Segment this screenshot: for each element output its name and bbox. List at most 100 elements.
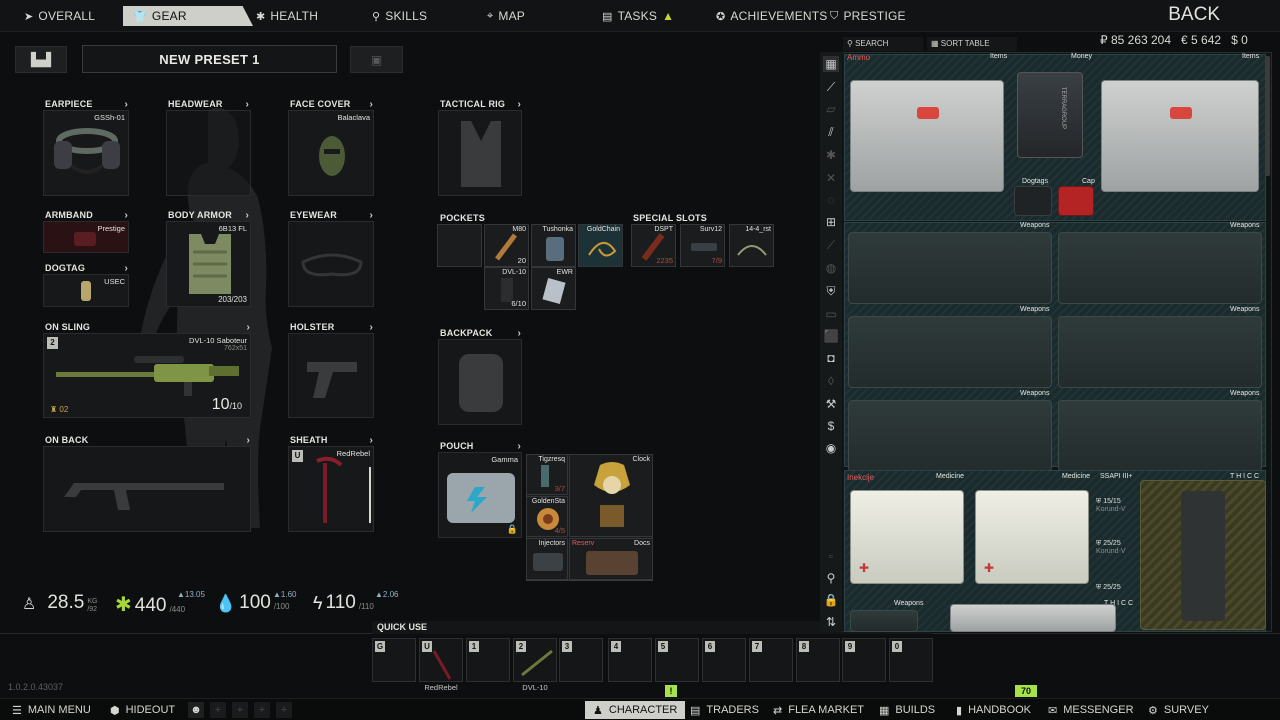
item-case-item[interactable]: TERRAGROUP	[1017, 72, 1083, 158]
handbook-button[interactable]: ▮ HANDBOOK	[956, 701, 1031, 719]
weapon-case-item[interactable]	[850, 610, 918, 632]
weapon-case-item[interactable]	[848, 316, 1052, 388]
pocket-cell[interactable]	[437, 224, 482, 267]
containers-filter-icon[interactable]: ⬛	[823, 328, 839, 344]
holster-slot[interactable]	[288, 333, 374, 418]
cap-item[interactable]	[1058, 186, 1094, 216]
all-items-filter-icon[interactable]: ▦	[823, 56, 839, 72]
stash-scrollbar[interactable]	[1265, 56, 1270, 176]
plus-icon[interactable]: +	[254, 702, 270, 718]
tab-skills[interactable]: ⚲ SKILLS	[362, 6, 437, 26]
hideout-button[interactable]: ⬢ HIDEOUT	[110, 701, 175, 719]
armor-filter-icon[interactable]: ⛨	[823, 283, 839, 299]
pocket-cell[interactable]: EWR	[531, 267, 576, 310]
lock-icon[interactable]: 🔒	[823, 592, 839, 608]
quick-use-slot[interactable]: U	[419, 638, 463, 682]
expand-icon[interactable]: ▫	[823, 548, 839, 564]
sort-table-button[interactable]: ▦ SORT TABLE	[927, 37, 1017, 51]
quick-use-slot[interactable]: 8	[796, 638, 840, 682]
weapons-filter-icon[interactable]: ⟋	[823, 79, 839, 95]
pouch-slot[interactable]: Gamma 🔒	[438, 452, 522, 538]
tab-tasks[interactable]: ▤ TASKS ▲	[592, 6, 684, 26]
preset-title[interactable]: NEW PRESET 1	[82, 45, 337, 73]
tab-overall[interactable]: ➤ OVERALL	[14, 6, 105, 26]
quick-use-slot[interactable]: 7	[749, 638, 793, 682]
tab-gear[interactable]: 👕 GEAR	[123, 6, 253, 26]
quick-use-slot[interactable]: 2	[513, 638, 557, 682]
plus-icon[interactable]: +	[210, 702, 226, 718]
quick-use-slot[interactable]: 9	[842, 638, 886, 682]
dogtag-slot[interactable]: USEC	[43, 274, 129, 307]
weapon-case-item[interactable]	[848, 232, 1052, 304]
quick-use-slot[interactable]: 0	[889, 638, 933, 682]
traders-button[interactable]: ▤ TRADERS	[690, 701, 759, 719]
builds-button[interactable]: ▦ BUILDS	[879, 701, 935, 719]
ammo-case-item[interactable]	[850, 80, 1004, 192]
tab-achievements[interactable]: ✪ ACHIEVEMENTS	[706, 6, 838, 26]
plus-icon[interactable]: +	[276, 702, 292, 718]
headwear-slot[interactable]	[166, 110, 251, 196]
medicine-case-item[interactable]: ✚	[975, 490, 1089, 584]
gear-filter-icon[interactable]: ▱	[823, 101, 839, 117]
quick-use-slot[interactable]: G	[372, 638, 416, 682]
main-menu-button[interactable]: ☰ MAIN MENU	[12, 701, 91, 719]
on-sling-slot[interactable]: 2 DVL-10 Saboteur 762x51 ♜ 02 10/10	[43, 333, 251, 418]
injector-case-item[interactable]: ✚	[850, 490, 964, 584]
weapon-case-item[interactable]	[1058, 400, 1262, 472]
pocket-cell[interactable]: DVL-10 6/10	[484, 267, 529, 310]
info-filter-icon[interactable]: ◊	[823, 373, 839, 389]
flea-market-button[interactable]: ⇄ FLEA MARKET	[773, 701, 864, 719]
survey-button[interactable]: ⚙ SURVEY	[1148, 701, 1209, 719]
sort-icon[interactable]: ⇅	[823, 614, 839, 630]
quick-use-slot[interactable]: 1	[466, 638, 510, 682]
preset-menu-button[interactable]: ▙▟	[15, 46, 67, 73]
pouch-cell[interactable]: Clock	[569, 454, 653, 537]
wrench-filter-icon[interactable]: ⚒	[823, 396, 839, 412]
eyewear-slot[interactable]	[288, 221, 374, 307]
on-back-slot[interactable]	[43, 446, 251, 532]
backpack-slot[interactable]	[438, 339, 522, 425]
armband-slot[interactable]: Prestige	[43, 221, 129, 253]
special-slot-cell[interactable]: 14-4_rst	[729, 224, 774, 267]
messenger-button[interactable]: ✉ MESSENGER	[1048, 701, 1134, 719]
metal-case-item[interactable]	[950, 604, 1116, 632]
special-slot-cell[interactable]: Surv12 7/9	[680, 224, 725, 267]
tab-health[interactable]: ✱ HEALTH	[246, 6, 328, 26]
character-icon[interactable]: ☻	[188, 702, 204, 718]
earpiece-slot[interactable]: GSSh-01	[43, 110, 129, 196]
stash-search-button[interactable]: ⚲ SEARCH	[843, 37, 923, 51]
pin-icon[interactable]: ⚲	[823, 570, 839, 586]
pouch-cell[interactable]: Reserv Docs	[569, 538, 653, 580]
money-case-item[interactable]	[1101, 80, 1259, 192]
keys-filter-icon[interactable]: ✕	[823, 170, 839, 186]
money-filter-icon[interactable]: $	[823, 418, 839, 434]
plus-icon[interactable]: +	[232, 702, 248, 718]
sheath-slot[interactable]: U RedRebel	[288, 446, 374, 532]
mods-filter-icon[interactable]: ✱	[823, 147, 839, 163]
weapon-case-item[interactable]	[848, 400, 1052, 472]
tools-filter-icon[interactable]: ◍	[823, 260, 839, 276]
character-button[interactable]: ♟ CHARACTER	[585, 701, 686, 719]
back-button[interactable]: BACK	[1168, 4, 1220, 26]
quick-use-slot[interactable]: 3	[559, 638, 603, 682]
ammo-filter-icon[interactable]: ⫽	[823, 124, 839, 140]
pouch-cell[interactable]: GoldenSta 4/5	[526, 496, 568, 537]
pocket-cell[interactable]: Tushonka	[531, 224, 576, 267]
quick-use-slot[interactable]: 6	[702, 638, 746, 682]
medical-filter-icon[interactable]: ⊞	[823, 214, 839, 230]
pouch-cell[interactable]: Injectors	[526, 538, 568, 580]
tactical-rig-slot[interactable]	[438, 110, 522, 196]
barter-filter-icon[interactable]: ◌	[823, 192, 839, 208]
special-filter-icon[interactable]: ◉	[823, 440, 839, 456]
pocket-cell[interactable]: GoldChain	[578, 224, 623, 267]
tab-map[interactable]: ⌖ MAP	[477, 6, 535, 26]
quick-use-slot[interactable]: 5	[655, 638, 699, 682]
tab-prestige[interactable]: ⛉ PRESTIGE	[820, 6, 916, 26]
pouch-cell[interactable]: Tigzresq 3/7	[526, 454, 568, 495]
face-cover-slot[interactable]: Balaclava	[288, 110, 374, 196]
food-filter-icon[interactable]: ⟋	[823, 237, 839, 253]
weapon-case-item[interactable]	[1058, 232, 1262, 304]
quick-use-slot[interactable]: 4	[608, 638, 652, 682]
weapon-case-item[interactable]	[1058, 316, 1262, 388]
thicc-case-item[interactable]	[1140, 480, 1266, 630]
